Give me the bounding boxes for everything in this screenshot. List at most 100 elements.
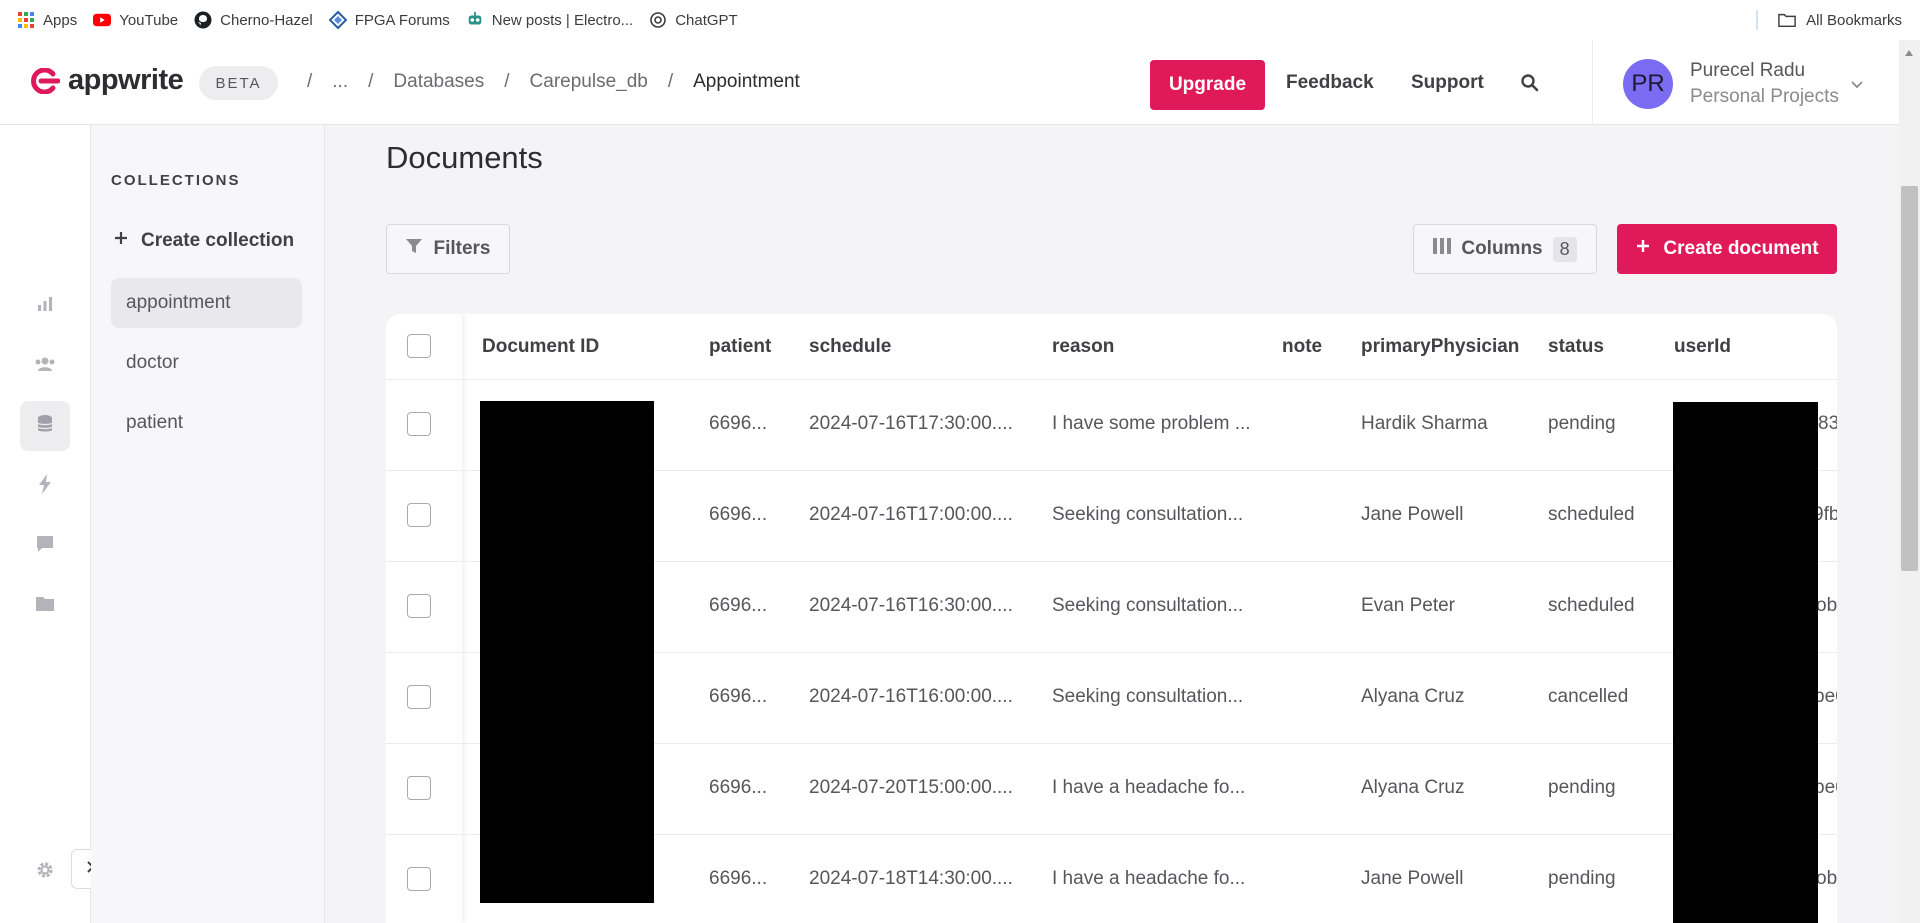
bookmark-electro[interactable]: New posts | Electro...: [466, 11, 633, 29]
sidebar-rail: [0, 125, 91, 923]
columns-icon: [1433, 238, 1452, 260]
column-header-note[interactable]: note: [1282, 336, 1322, 358]
chat-icon: [36, 535, 54, 558]
column-header-status[interactable]: status: [1548, 336, 1604, 358]
cell-reason: I have a headache fo...: [1052, 777, 1246, 798]
cell-reason: I have a headache fo...: [1052, 868, 1246, 889]
app-header: appwrite BETA / ... / Databases / Carepu…: [0, 40, 1920, 125]
plus-icon: [1635, 238, 1651, 260]
cell-reason: Seeking consultation...: [1052, 595, 1244, 616]
user-name[interactable]: Purecel Radu: [1690, 60, 1805, 82]
cell-primary-physician: Jane Powell: [1361, 504, 1464, 525]
bookmark-cherno-hazel[interactable]: Cherno-Hazel: [194, 11, 313, 29]
scroll-up-arrow-icon[interactable]: [1905, 50, 1913, 56]
row-checkbox[interactable]: [407, 503, 431, 527]
breadcrumb-databases[interactable]: Databases: [393, 71, 484, 93]
avatar[interactable]: PR: [1623, 59, 1673, 109]
row-checkbox[interactable]: [407, 412, 431, 436]
breadcrumb-database[interactable]: Carepulse_db: [530, 71, 648, 93]
collection-item-patient[interactable]: patient: [111, 398, 302, 448]
cell-schedule: 2024-07-16T17:00:00....: [809, 504, 1013, 525]
cell-status: pending: [1548, 777, 1616, 798]
cell-status: scheduled: [1548, 504, 1635, 525]
collections-title: COLLECTIONS: [111, 172, 241, 189]
github-icon: [194, 11, 212, 29]
row-checkbox[interactable]: [407, 867, 431, 891]
folder-icon: [1778, 11, 1796, 29]
bookmark-label: Cherno-Hazel: [220, 11, 313, 29]
breadcrumb-ellipsis[interactable]: ...: [332, 71, 348, 93]
bookmark-label: Apps: [43, 11, 78, 29]
bookmark-youtube[interactable]: YouTube: [93, 11, 178, 29]
bookmark-label: New posts | Electro...: [491, 11, 634, 29]
appwrite-logo-icon: [31, 67, 60, 94]
create-collection-label: Create collection: [141, 230, 295, 251]
youtube-icon: [93, 11, 112, 29]
breadcrumb-collection[interactable]: Appointment: [693, 71, 800, 93]
all-bookmarks[interactable]: All Bookmarks: [1778, 0, 1902, 40]
chevron-down-icon[interactable]: [1850, 77, 1864, 95]
collection-item-appointment[interactable]: appointment: [111, 278, 302, 328]
sidebar-item-overview[interactable]: [20, 281, 70, 331]
cell-patient: 6696...: [709, 868, 768, 889]
create-collection-button[interactable]: Create collection: [113, 230, 294, 252]
page-title: Documents: [386, 140, 543, 175]
row-checkbox[interactable]: [407, 594, 431, 618]
cell-schedule: 2024-07-20T15:00:00....: [809, 777, 1013, 798]
sidebar-item-settings[interactable]: [20, 847, 70, 897]
breadcrumb-separator: /: [368, 71, 374, 92]
cell-primary-physician: Jane Powell: [1361, 868, 1464, 889]
filters-label: Filters: [433, 238, 491, 259]
cell-schedule: 2024-07-16T16:00:00....: [809, 686, 1013, 707]
sidebar-item-auth[interactable]: [20, 341, 70, 391]
bookmark-fpga-forums[interactable]: FPGA Forums: [328, 11, 450, 29]
sidebar-item-storage[interactable]: [20, 581, 70, 631]
columns-button[interactable]: Columns 8: [1413, 224, 1597, 274]
cell-schedule: 2024-07-16T17:30:00....: [809, 413, 1013, 434]
upgrade-button[interactable]: Upgrade: [1150, 60, 1265, 110]
bookmark-label: FPGA Forums: [354, 11, 450, 29]
filters-button[interactable]: Filters: [386, 224, 510, 274]
bookmark-apps[interactable]: Apps: [17, 11, 77, 29]
logo-text: appwrite: [68, 64, 184, 96]
collection-item-doctor[interactable]: doctor: [111, 338, 302, 388]
page-scrollbar-thumb[interactable]: [1901, 186, 1918, 571]
columns-count-badge: 8: [1552, 236, 1577, 262]
column-header-document-id[interactable]: Document ID: [482, 336, 599, 358]
appwrite-logo[interactable]: appwrite: [28, 64, 184, 97]
feedback-button[interactable]: Feedback: [1286, 72, 1374, 94]
bookmark-chatgpt[interactable]: ChatGPT: [649, 11, 738, 29]
sidebar-item-messaging[interactable]: [20, 521, 70, 571]
column-header-patient[interactable]: patient: [709, 336, 771, 358]
column-header-reason[interactable]: reason: [1052, 336, 1114, 358]
breadcrumb: / ... / Databases / Carepulse_db / Appoi…: [307, 71, 800, 93]
row-checkbox[interactable]: [407, 685, 431, 709]
lightning-icon: [38, 473, 52, 499]
cell-user-id: 83: [1818, 413, 1837, 434]
support-button[interactable]: Support: [1411, 72, 1484, 94]
cell-patient: 6696...: [709, 686, 768, 707]
user-organization[interactable]: Personal Projects: [1690, 86, 1839, 108]
create-document-label: Create document: [1663, 238, 1819, 259]
redacted-user-ids: [1673, 402, 1818, 923]
cell-status: scheduled: [1548, 595, 1635, 616]
row-checkbox[interactable]: [407, 776, 431, 800]
sidebar-item-functions[interactable]: [20, 461, 70, 511]
column-header-user-id[interactable]: userId: [1674, 336, 1731, 358]
bookmark-label: YouTube: [119, 11, 179, 29]
cell-patient: 6696...: [709, 777, 768, 798]
filter-icon: [405, 237, 423, 261]
select-all-checkbox[interactable]: [407, 334, 431, 358]
search-icon[interactable]: [1520, 73, 1540, 98]
sidebar-item-databases[interactable]: [20, 401, 70, 451]
beta-badge: BETA: [199, 66, 278, 100]
column-header-schedule[interactable]: schedule: [809, 336, 891, 358]
create-document-button[interactable]: Create document: [1617, 224, 1837, 274]
bookmarks-divider: [1756, 10, 1758, 30]
columns-label: Columns: [1461, 238, 1543, 259]
cell-schedule: 2024-07-18T14:30:00....: [809, 868, 1013, 889]
cell-reason: I have some problem ...: [1052, 413, 1251, 434]
column-header-primary-physician[interactable]: primaryPhysician: [1361, 336, 1519, 358]
cell-patient: 6696...: [709, 595, 768, 616]
cell-patient: 6696...: [709, 413, 768, 434]
